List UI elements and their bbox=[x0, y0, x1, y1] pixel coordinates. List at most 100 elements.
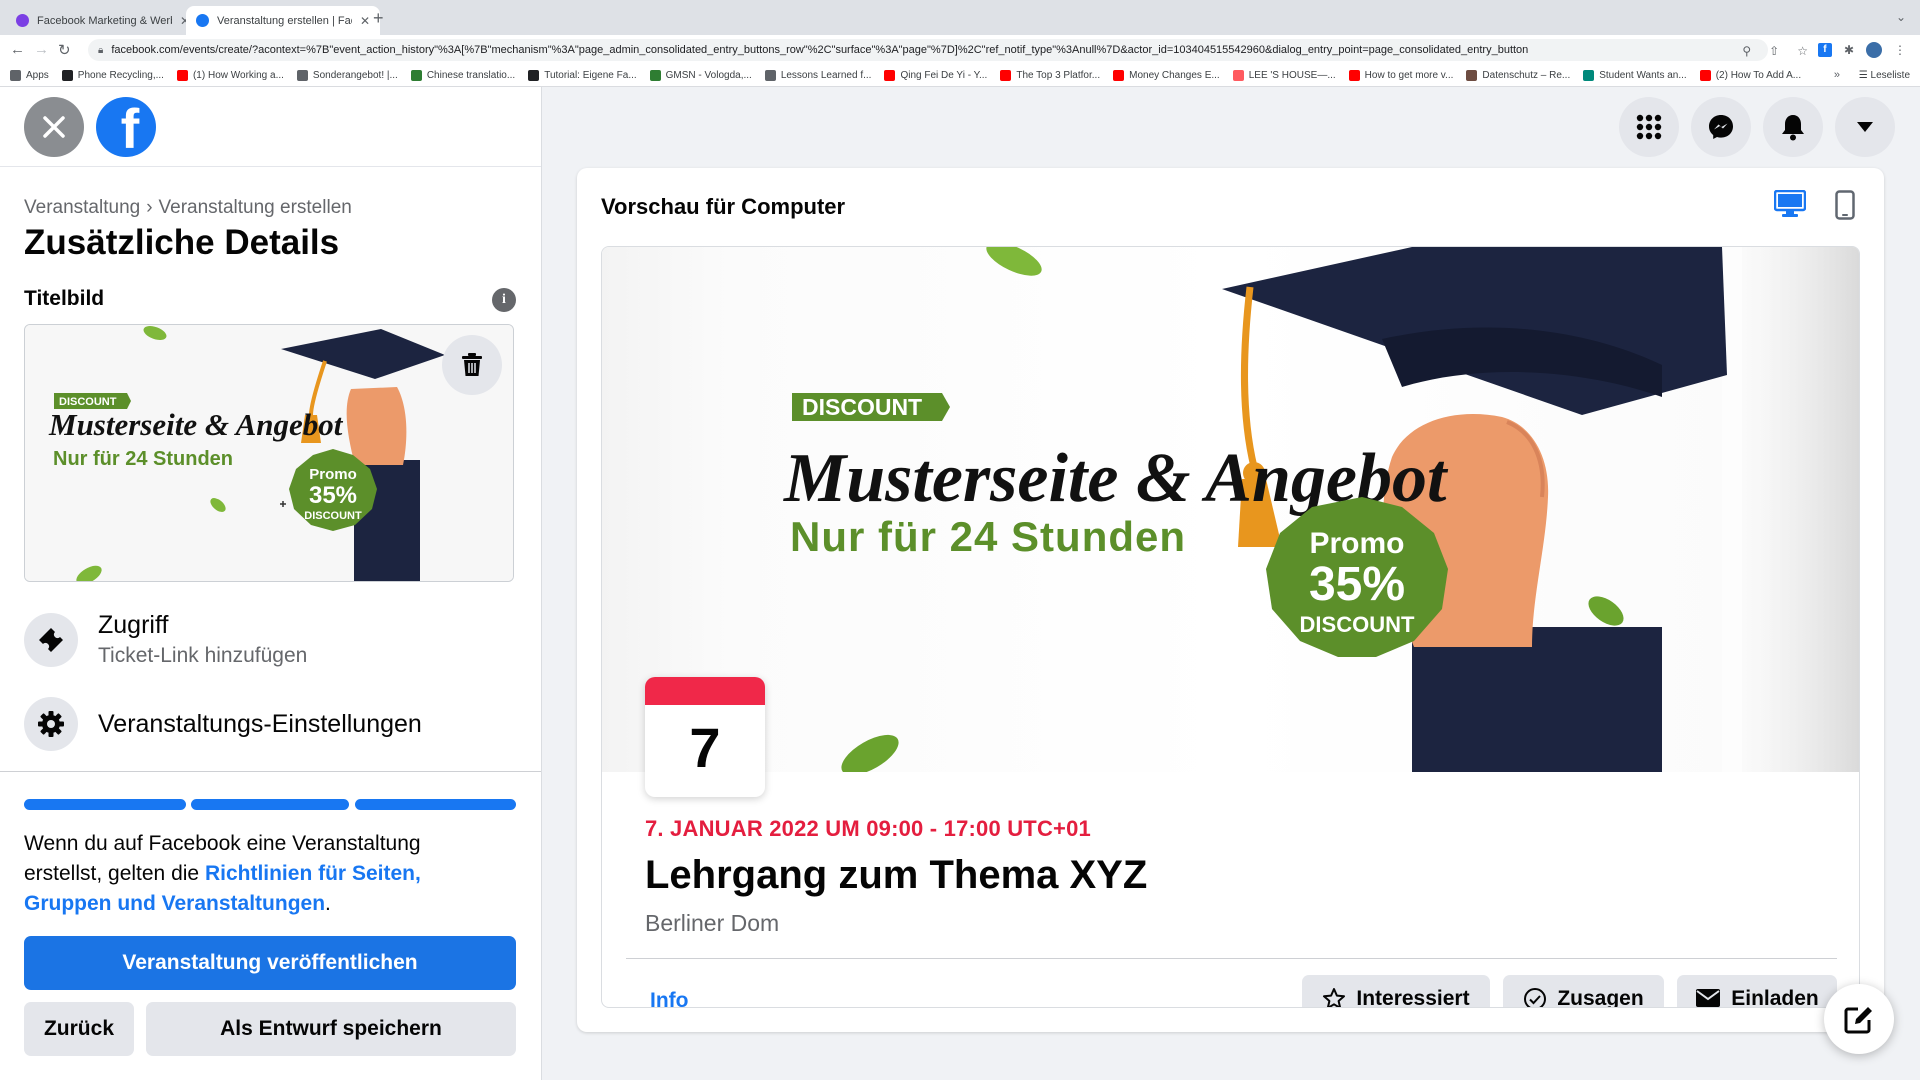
reload-icon[interactable]: ↻ bbox=[58, 41, 71, 59]
bookmark-item[interactable]: GMSN - Vologda,... bbox=[649, 70, 752, 81]
bookmark-label: Money Changes E... bbox=[1129, 70, 1220, 81]
cover-seal-top: Promo bbox=[1309, 527, 1404, 560]
breadcrumb-item[interactable]: Veranstaltung bbox=[24, 197, 140, 218]
tab-title: Veranstaltung erstellen | Faceb bbox=[217, 14, 352, 27]
bookmark-label: Phone Recycling,... bbox=[77, 70, 164, 81]
messenger-button[interactable] bbox=[1691, 97, 1751, 157]
bookmark-label: Datenschutz – Re... bbox=[1482, 70, 1571, 81]
interested-button[interactable]: Interessiert bbox=[1302, 975, 1490, 1007]
back-arrow-icon[interactable]: ← bbox=[10, 41, 25, 58]
close-button[interactable] bbox=[24, 97, 84, 157]
bookmark-item[interactable]: Apps bbox=[10, 70, 49, 81]
lock-icon: 🔒︎ bbox=[98, 44, 104, 56]
bookmark-favicon-icon bbox=[410, 70, 422, 81]
going-button[interactable]: Zusagen bbox=[1503, 975, 1664, 1007]
reading-list-label: Leseliste bbox=[1870, 70, 1910, 81]
bookmark-label: Tutorial: Eigene Fa... bbox=[544, 70, 637, 81]
event-settings-option[interactable]: Veranstaltungs-Einstellungen bbox=[24, 697, 422, 751]
facebook-extension-icon[interactable]: f bbox=[1817, 43, 1832, 57]
tab-info[interactable]: Info bbox=[650, 989, 688, 1007]
bookmark-item[interactable]: Qing Fei De Yi - Y... bbox=[884, 70, 987, 81]
reading-list[interactable]: ☰ Leseliste bbox=[1859, 70, 1910, 81]
profile-avatar[interactable] bbox=[1866, 42, 1882, 58]
bookmark-item[interactable]: The Top 3 Platfor... bbox=[1000, 70, 1100, 81]
address-bar[interactable]: 🔒︎ facebook.com/events/create/?acontext=… bbox=[88, 39, 1768, 61]
desktop-preview-toggle[interactable] bbox=[1773, 189, 1807, 223]
extensions-puzzle-icon[interactable]: ✱ bbox=[1844, 43, 1854, 57]
bookmark-favicon-icon bbox=[884, 70, 896, 81]
ticket-access-option[interactable]: Zugriff Ticket-Link hinzufügen bbox=[24, 611, 307, 668]
bookmark-label: Student Wants an... bbox=[1599, 70, 1687, 81]
cover-photo-label: Titelbild bbox=[24, 287, 105, 310]
date-badge-band bbox=[645, 677, 765, 705]
share-icon[interactable]: ⇧ bbox=[1769, 44, 1779, 58]
zoom-icon[interactable]: ⚲ bbox=[1742, 44, 1751, 58]
cover-photo-thumbnail[interactable]: DISCOUNT Musterseite & Angebot Nur für 2… bbox=[24, 324, 514, 582]
trash-icon bbox=[462, 353, 482, 376]
new-message-button[interactable] bbox=[1824, 984, 1894, 1054]
monitor-icon bbox=[1773, 189, 1807, 217]
info-icon[interactable]: i bbox=[492, 288, 516, 312]
cover-seal-bottom: DISCOUNT bbox=[1300, 612, 1415, 637]
bookmark-item[interactable]: Datenschutz – Re... bbox=[1466, 70, 1570, 81]
back-button[interactable]: Zurück bbox=[24, 1002, 134, 1056]
menu-grid-button[interactable] bbox=[1619, 97, 1679, 157]
bookmark-favicon-icon bbox=[1583, 70, 1595, 81]
bookmark-label: Qing Fei De Yi - Y... bbox=[900, 70, 988, 81]
bookmark-item[interactable]: (1) How Working a... bbox=[176, 70, 284, 81]
account-menu-button[interactable] bbox=[1835, 97, 1895, 157]
new-tab-icon[interactable]: + bbox=[373, 8, 384, 29]
bookmark-item[interactable]: Money Changes E... bbox=[1113, 70, 1220, 81]
progress-step-3 bbox=[355, 799, 516, 810]
bookmark-favicon-icon bbox=[1699, 70, 1711, 81]
bookmark-item[interactable]: How to get more v... bbox=[1348, 70, 1454, 81]
bookmark-item[interactable]: Chinese translatio... bbox=[410, 70, 516, 81]
phone-icon bbox=[1835, 190, 1855, 220]
event-location: Berliner Dom bbox=[645, 910, 780, 936]
bookmarks-more-icon[interactable]: » bbox=[1834, 69, 1840, 81]
thumb-script-text: Musterseite & Angebot bbox=[48, 407, 344, 442]
bookmark-favicon-icon bbox=[528, 70, 540, 81]
browser-tab-1[interactable]: Facebook Marketing & Werbea ✕ bbox=[6, 6, 200, 35]
browser-tab-2[interactable]: Veranstaltung erstellen | Faceb ✕ bbox=[186, 6, 381, 35]
bell-icon bbox=[1782, 115, 1804, 141]
bookmark-label: Apps bbox=[26, 70, 49, 81]
mobile-preview-toggle[interactable] bbox=[1835, 190, 1855, 225]
event-date: 7. JANUAR 2022 UM 09:00 - 17:00 UTC+01 bbox=[645, 816, 1091, 841]
bookmark-favicon-icon bbox=[10, 70, 21, 81]
event-preview: DISCOUNT Musterseite & Angebot Nur für 2… bbox=[601, 246, 1860, 1008]
bookmark-star-icon[interactable]: ☆ bbox=[1797, 44, 1808, 58]
forward-arrow-icon[interactable]: → bbox=[34, 41, 49, 58]
save-draft-button[interactable]: Als Entwurf speichern bbox=[146, 1002, 516, 1056]
bookmark-item[interactable]: Lessons Learned f... bbox=[764, 70, 871, 81]
bookmark-favicon-icon bbox=[1000, 70, 1012, 81]
bookmark-label: How to get more v... bbox=[1364, 70, 1454, 81]
bookmark-item[interactable]: Tutorial: Eigene Fa... bbox=[528, 70, 637, 81]
date-badge-day: 7 bbox=[689, 716, 721, 779]
bookmark-item[interactable]: (2) How To Add A... bbox=[1699, 70, 1801, 81]
notifications-button[interactable] bbox=[1763, 97, 1823, 157]
cover-artwork: DISCOUNT Musterseite & Angebot Nur für 2… bbox=[783, 247, 1859, 772]
invite-button[interactable]: Einladen bbox=[1677, 975, 1837, 1007]
bookmark-item[interactable]: Sonderangebot! |... bbox=[296, 70, 398, 81]
ticket-option-title: Zugriff bbox=[98, 611, 169, 639]
bookmark-label: Sonderangebot! |... bbox=[312, 70, 398, 81]
tab-search-icon[interactable]: ⌄ bbox=[1896, 10, 1906, 24]
bookmark-item[interactable]: Phone Recycling,... bbox=[61, 70, 164, 81]
tab-close-icon[interactable]: ✕ bbox=[360, 14, 370, 28]
breadcrumb: Veranstaltung › Veranstaltung erstellen bbox=[24, 197, 352, 219]
gear-icon bbox=[24, 697, 78, 751]
bookmark-item[interactable]: Student Wants an... bbox=[1583, 70, 1687, 81]
bookmark-label: Chinese translatio... bbox=[426, 70, 516, 81]
browser-tab-bar: Facebook Marketing & Werbea ✕ Veranstalt… bbox=[0, 0, 1920, 35]
facebook-logo-icon[interactable]: f bbox=[96, 97, 156, 157]
bookmark-item[interactable]: LEE 'S HOUSE—... bbox=[1232, 70, 1336, 81]
ticket-option-subtitle: Ticket-Link hinzufügen bbox=[98, 644, 308, 667]
close-icon bbox=[43, 116, 65, 138]
thumb-seal-top: Promo bbox=[309, 466, 357, 483]
publish-event-button[interactable]: Veranstaltung veröffentlichen bbox=[24, 936, 516, 990]
tab-title: Facebook Marketing & Werbea bbox=[37, 14, 172, 27]
delete-cover-button[interactable] bbox=[442, 335, 502, 395]
browser-menu-icon[interactable]: ⋮ bbox=[1894, 43, 1906, 57]
cover-subline-text: Nur für 24 Stunden bbox=[790, 513, 1186, 560]
